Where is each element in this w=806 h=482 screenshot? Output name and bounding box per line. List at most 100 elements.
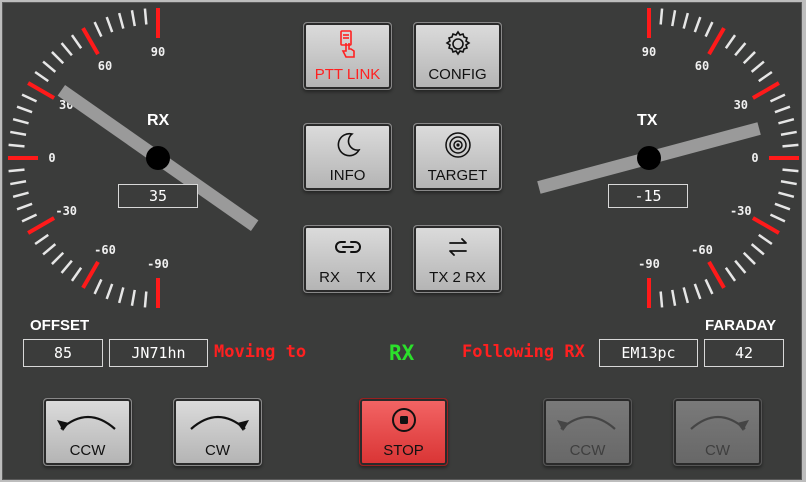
tx-cw-label: CW [705,442,730,459]
gauge-minor-tick [60,259,73,274]
config-label: CONFIG [428,66,487,83]
ptt-link-button[interactable]: PTT LINK [303,22,392,90]
gauge-minor-tick [21,213,38,223]
stop-circle-icon [360,405,447,435]
faraday-value: 42 [704,339,784,367]
gauge-minor-tick [70,267,83,282]
faraday-title: FARADAY [705,317,777,334]
gauge-tick-label: 30 [734,98,748,112]
gauge-minor-tick [693,283,702,300]
gauge-minor-tick [734,42,747,57]
gauge-minor-tick [70,34,83,49]
rx-tx-labels: RX TX [304,269,391,286]
config-button[interactable]: CONFIG [413,22,502,90]
gauge-minor-tick [769,213,786,223]
rotate-ccw-icon [544,405,631,435]
tx-locator: EM13pc [599,339,698,367]
gear-icon [414,29,501,59]
rx-cw-label: CW [205,442,230,459]
tx-cw-button[interactable]: CW [673,398,762,466]
gauge-minor-tick [782,168,799,173]
gauge-tick-label: -30 [55,204,77,218]
gauge-minor-tick [10,130,27,136]
gauge-tick-label: 60 [98,59,112,73]
gauge-tick-label: 0 [751,151,758,165]
gauge-minor-tick [724,267,737,282]
gauge-minor-tick [34,70,49,83]
tx-ccw-label: CCW [569,442,606,459]
following-status: Following RX [462,342,585,362]
gauge-minor-tick [704,278,714,295]
rx-gauge-title: RX [147,112,170,129]
rx-locator: JN71hn [109,339,208,367]
rx-cw-button[interactable]: CW [173,398,262,466]
gauge-minor-tick [60,42,73,57]
rotate-cw-icon [674,405,761,435]
tx-to-rx-button[interactable]: TX 2 RX [413,225,502,293]
gauge-minor-tick [93,21,103,38]
gauge-major-tick [81,27,100,56]
gauge-minor-tick [778,117,795,125]
rx-tx-label-rx: RX [319,269,340,286]
stop-button[interactable]: STOP [359,398,448,466]
gauge-minor-tick [12,191,29,199]
rx-gauge: 9060300-30-60-90 [8,8,259,308]
gauge-minor-tick [742,51,756,65]
hand-pointer-icon [304,29,391,59]
stop-label: STOP [383,442,424,459]
gauge-minor-tick [16,105,33,114]
gauge-minor-tick [734,259,747,274]
tx-to-rx-label: TX 2 RX [429,269,486,286]
mode-indicator: RX [389,341,415,365]
gauge-minor-tick [724,34,737,49]
gauge-major-tick [707,27,726,56]
gauge-minor-tick [671,289,677,306]
gauge-minor-tick [42,60,57,73]
gauge-tick-label: -30 [730,204,752,218]
moving-status: Moving to [214,342,307,362]
gauge-minor-tick [758,233,773,246]
gauge-minor-tick [659,291,664,308]
gauge-minor-tick [659,8,664,25]
gauge-minor-tick [16,202,33,211]
gauge-tick-label: -90 [638,257,660,271]
offset-value: 85 [23,339,103,367]
gauge-major-tick [751,216,780,235]
moon-icon [304,130,391,160]
rx-ccw-label: CCW [69,442,106,459]
link-icon [304,232,391,262]
swap-arrows-icon [414,232,501,262]
gauge-minor-tick [682,12,690,29]
gauge-minor-tick [8,168,25,173]
gauge-tick-label: -60 [94,243,116,257]
gauge-minor-tick [12,117,29,125]
gauge-minor-tick [51,51,65,65]
gauge-minor-tick [780,130,797,136]
tx-ccw-button[interactable]: CCW [543,398,632,466]
gauge-minor-tick [34,233,49,246]
gauge-minor-tick [778,191,795,199]
gauge-major-tick [27,81,56,100]
gauge-tick-label: -90 [147,257,169,271]
rx-tx-link-button[interactable]: RX TX [303,225,392,293]
gauge-hub [637,146,661,170]
rx-ccw-button[interactable]: CCW [43,398,132,466]
gauge-minor-tick [105,283,114,300]
gauge-minor-tick [780,180,797,186]
gauge-tick-label: -60 [691,243,713,257]
gauge-major-tick [707,260,726,289]
target-button[interactable]: TARGET [413,123,502,191]
gauge-tick-label: 90 [642,45,656,59]
gauge-minor-tick [758,70,773,83]
gauge-minor-tick [774,202,791,211]
gauge-minor-tick [117,287,125,304]
tx-gauge-title: TX [637,112,658,129]
gauge-minor-tick [21,93,38,103]
gauge-minor-tick [742,251,756,265]
tx-gauge: -90 -60 -30 0 30 60 90 [537,8,799,308]
gauge-minor-tick [682,287,690,304]
gauge-minor-tick [769,93,786,103]
info-button[interactable]: INFO [303,123,392,191]
gauge-major-tick [81,260,100,289]
target-label: TARGET [427,167,488,184]
